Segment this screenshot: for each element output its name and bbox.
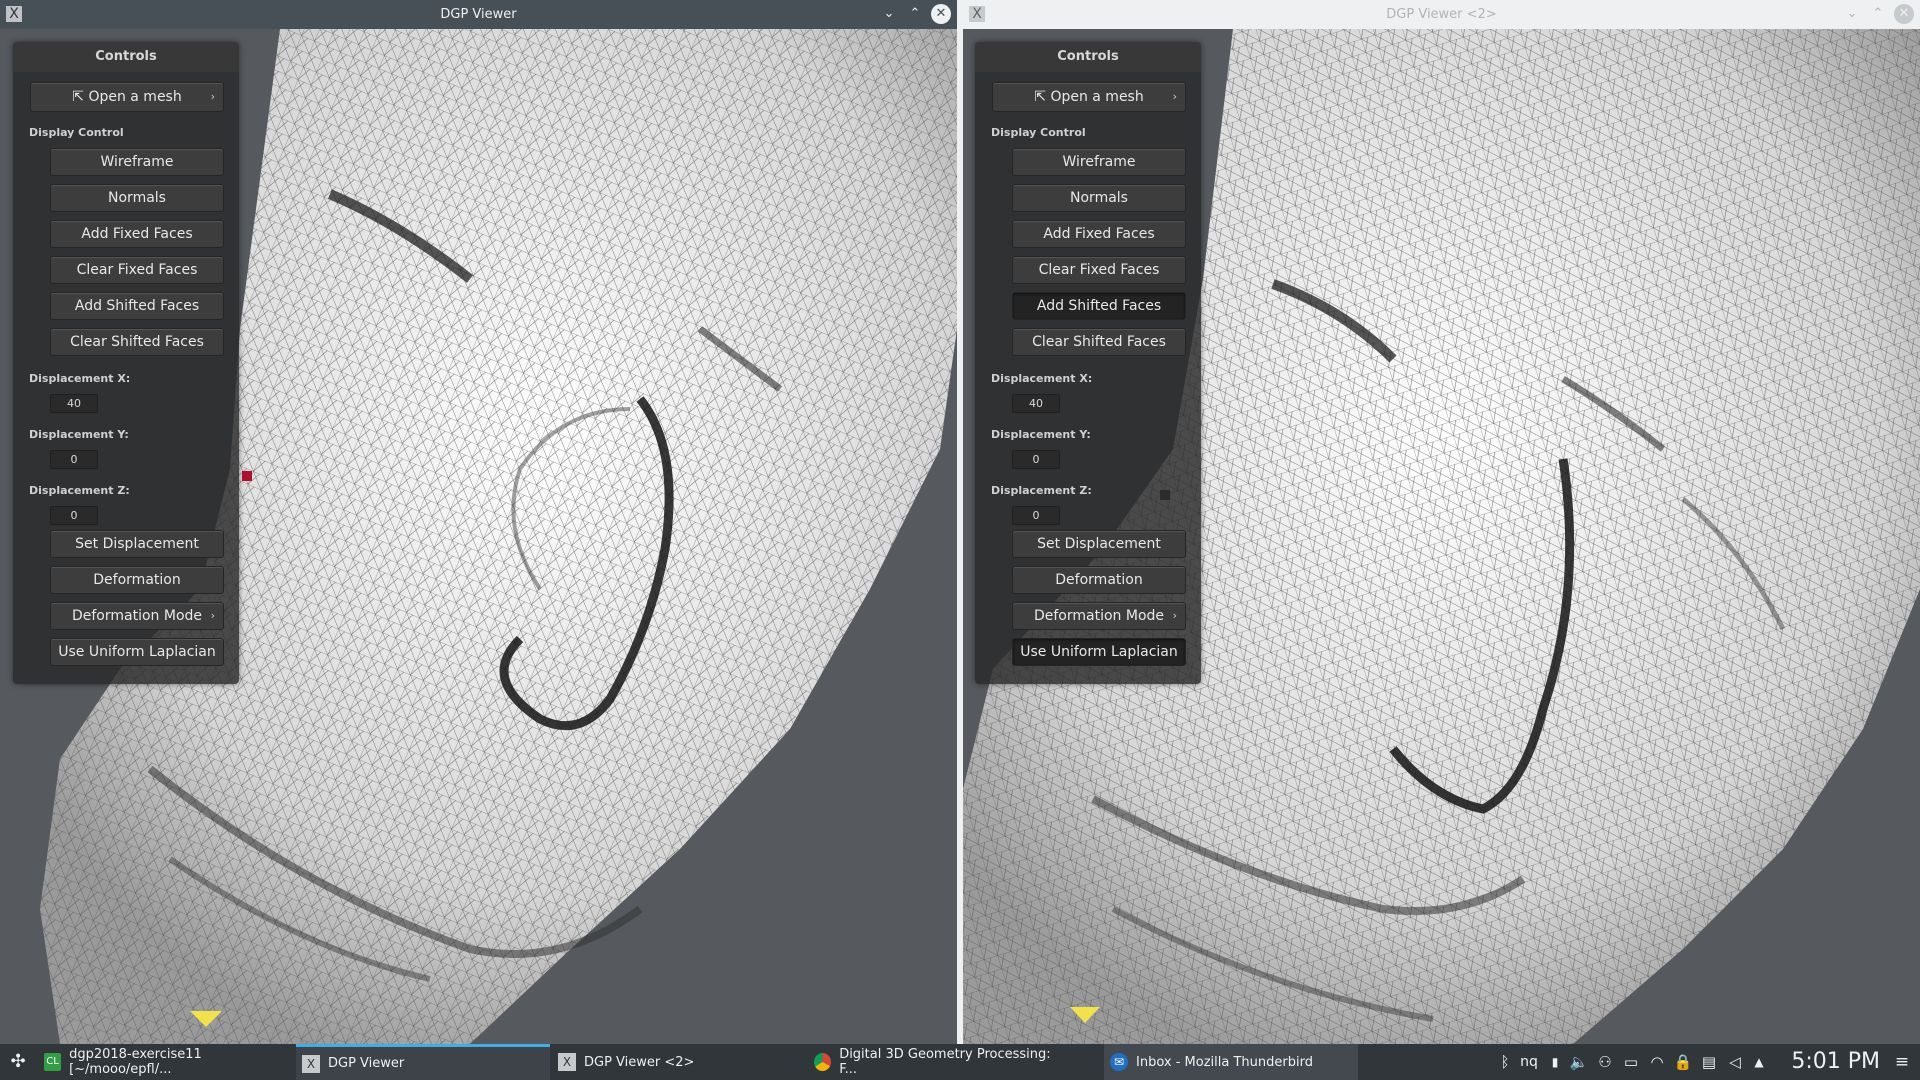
clock[interactable]: 5:01 PM xyxy=(1791,1044,1880,1080)
deformation-button[interactable]: Deformation xyxy=(1012,566,1186,594)
add-shifted-faces-button[interactable]: Add Shifted Faces xyxy=(50,292,224,320)
wireframe-button[interactable]: Wireframe xyxy=(50,148,224,176)
deformation-mode-button[interactable]: Deformation Mode › xyxy=(1012,602,1186,630)
launcher-icon: ✣ xyxy=(10,1051,26,1072)
dgp-viewer-2-window[interactable]: X DGP Viewer <2> ⌄ ⌃ ✕ Controls ⇱ Open a… xyxy=(963,0,1920,1044)
thunderbird-icon: ✉ xyxy=(1110,1053,1128,1071)
open-file-icon: ⇱ xyxy=(72,89,89,105)
tray-expand-chevron-icon[interactable]: ▲ xyxy=(1748,1055,1770,1069)
clear-shifted-faces-button[interactable]: Clear Shifted Faces xyxy=(50,328,224,356)
controls-header: Controls xyxy=(975,42,1201,72)
clear-fixed-faces-button[interactable]: Clear Fixed Faces xyxy=(50,256,224,284)
taskbar-menu[interactable]: ≡ xyxy=(1892,1044,1912,1080)
chevron-right-icon: › xyxy=(1172,609,1177,622)
wireframe-button[interactable]: Wireframe xyxy=(1012,148,1186,176)
set-displacement-button[interactable]: Set Displacement xyxy=(50,530,224,558)
x11-app-icon: X xyxy=(558,1053,576,1071)
open-mesh-button[interactable]: ⇱ Open a mesh › xyxy=(992,82,1186,112)
maximize-chevron-icon[interactable]: ⌃ xyxy=(1868,4,1888,24)
task-dgp-viewer-2[interactable]: X DGP Viewer <2> xyxy=(552,1044,806,1080)
add-fixed-faces-button[interactable]: Add Fixed Faces xyxy=(1012,220,1186,248)
deformation-mode-button[interactable]: Deformation Mode › xyxy=(50,602,224,630)
dgp-viewer-window[interactable]: X DGP Viewer ⌄ ⌃ ✕ Controls ⇱ Open a mes… xyxy=(0,0,957,1044)
set-displacement-button[interactable]: Set Displacement xyxy=(1012,530,1186,558)
displacement-y-label: Displacement Y: xyxy=(991,428,1091,441)
displacement-z-input[interactable]: 0 xyxy=(1012,506,1060,525)
chevron-right-icon: › xyxy=(210,90,215,103)
task-label: DGP Viewer <2> xyxy=(584,1054,695,1070)
close-icon[interactable]: ✕ xyxy=(931,4,951,24)
deformation-button[interactable]: Deformation xyxy=(50,566,224,594)
system-tray: ᛒ nq ▮ 🔈 ⚇ ▭ ◠ 🔒 ▤ ◁ ▲ xyxy=(1496,1044,1770,1080)
task-chrome-geometry-processing[interactable]: Digital 3D Geometry Processing: F... xyxy=(808,1044,1062,1080)
lock-icon[interactable]: 🔒 xyxy=(1670,1053,1696,1071)
window-title: DGP Viewer xyxy=(440,7,517,22)
displacement-z-label: Displacement Z: xyxy=(991,484,1092,497)
maximize-chevron-icon[interactable]: ⌃ xyxy=(905,4,925,24)
deformation-mode-label: Deformation Mode xyxy=(71,608,203,624)
controls-header: Controls xyxy=(13,42,239,72)
display-control-label: Display Control xyxy=(29,126,124,139)
deformation-mode-label: Deformation Mode xyxy=(1033,608,1165,624)
bluetooth-icon[interactable]: ᛒ xyxy=(1496,1053,1514,1071)
open-mesh-label: Open a mesh xyxy=(1050,89,1144,105)
open-mesh-button[interactable]: ⇱ Open a mesh › xyxy=(30,82,224,112)
clear-shifted-faces-button[interactable]: Clear Shifted Faces xyxy=(1012,328,1186,356)
displacement-z-label: Displacement Z: xyxy=(29,484,130,497)
minimize-chevron-icon[interactable]: ⌄ xyxy=(1842,4,1862,24)
task-dgp2018-exercise11[interactable]: CL dgp2018-exercise11 [~/mooo/epfl/... xyxy=(38,1044,296,1080)
x11-app-icon: X xyxy=(302,1054,320,1073)
normals-button[interactable]: Normals xyxy=(1012,184,1186,212)
displacement-x-input[interactable]: 40 xyxy=(50,394,98,413)
taskbar: ✣ CL dgp2018-exercise11 [~/mooo/epfl/...… xyxy=(0,1044,1920,1080)
clear-fixed-faces-button[interactable]: Clear Fixed Faces xyxy=(1012,256,1186,284)
displacement-x-label: Displacement X: xyxy=(991,372,1093,385)
hamburger-menu-icon[interactable]: ≡ xyxy=(1892,1052,1912,1072)
open-file-icon: ⇱ xyxy=(1034,89,1051,105)
window-titlebar[interactable]: X DGP Viewer ⌄ ⌃ ✕ xyxy=(0,0,957,29)
display-control-label: Display Control xyxy=(991,126,1086,139)
displacement-y-input[interactable]: 0 xyxy=(1012,450,1060,469)
minimize-chevron-icon[interactable]: ⌄ xyxy=(879,4,899,24)
chevron-right-icon: › xyxy=(210,609,215,622)
add-fixed-faces-button[interactable]: Add Fixed Faces xyxy=(50,220,224,248)
application-launcher[interactable]: ✣ xyxy=(0,1044,36,1080)
controls-panel: Controls ⇱ Open a mesh › Display Control… xyxy=(975,42,1201,684)
chrome-icon xyxy=(814,1053,832,1071)
task-label: Digital 3D Geometry Processing: F... xyxy=(839,1047,1051,1077)
keyboard-layout-indicator[interactable]: nq xyxy=(1514,1054,1544,1070)
task-thunderbird-inbox[interactable]: ✉ Inbox - Mozilla Thunderbird xyxy=(1104,1044,1358,1080)
battery-icon[interactable]: ▭ xyxy=(1618,1053,1644,1071)
task-label: dgp2018-exercise11 [~/mooo/epfl/... xyxy=(69,1047,202,1077)
clipboard-icon[interactable]: ▤ xyxy=(1696,1053,1722,1071)
displacement-x-input[interactable]: 40 xyxy=(1012,394,1060,413)
window-title: DGP Viewer <2> xyxy=(1386,7,1497,22)
normals-button[interactable]: Normals xyxy=(50,184,224,212)
displacement-y-label: Displacement Y: xyxy=(29,428,129,441)
displacement-x-label: Displacement X: xyxy=(29,372,131,385)
fixed-face-marker xyxy=(242,471,252,481)
task-label: Inbox - Mozilla Thunderbird xyxy=(1136,1054,1313,1070)
displacement-y-input[interactable]: 0 xyxy=(50,450,98,469)
uniform-laplacian-button[interactable]: Use Uniform Laplacian xyxy=(50,638,224,666)
controls-panel: Controls ⇱ Open a mesh › Display Control… xyxy=(13,42,239,684)
chevron-right-icon: › xyxy=(1172,90,1177,103)
user-switch-icon[interactable]: ⚇ xyxy=(1592,1053,1618,1071)
volume-icon[interactable]: 🔈 xyxy=(1566,1053,1592,1071)
wifi-icon[interactable]: ◠ xyxy=(1644,1053,1670,1071)
uniform-laplacian-button[interactable]: Use Uniform Laplacian xyxy=(1012,638,1186,666)
task-dgp-viewer[interactable]: X DGP Viewer xyxy=(296,1044,550,1080)
task-label: DGP Viewer xyxy=(328,1056,405,1071)
speaker-icon[interactable]: ◁ xyxy=(1722,1053,1748,1071)
open-mesh-label: Open a mesh xyxy=(88,89,182,105)
add-shifted-faces-button[interactable]: Add Shifted Faces xyxy=(1012,292,1186,320)
close-icon[interactable]: ✕ xyxy=(1894,4,1914,24)
window-titlebar[interactable]: X DGP Viewer <2> ⌄ ⌃ ✕ xyxy=(963,0,1920,29)
microphone-icon[interactable]: ▮ xyxy=(1544,1055,1566,1069)
displacement-z-input[interactable]: 0 xyxy=(50,506,98,525)
clion-icon: CL xyxy=(44,1053,62,1071)
